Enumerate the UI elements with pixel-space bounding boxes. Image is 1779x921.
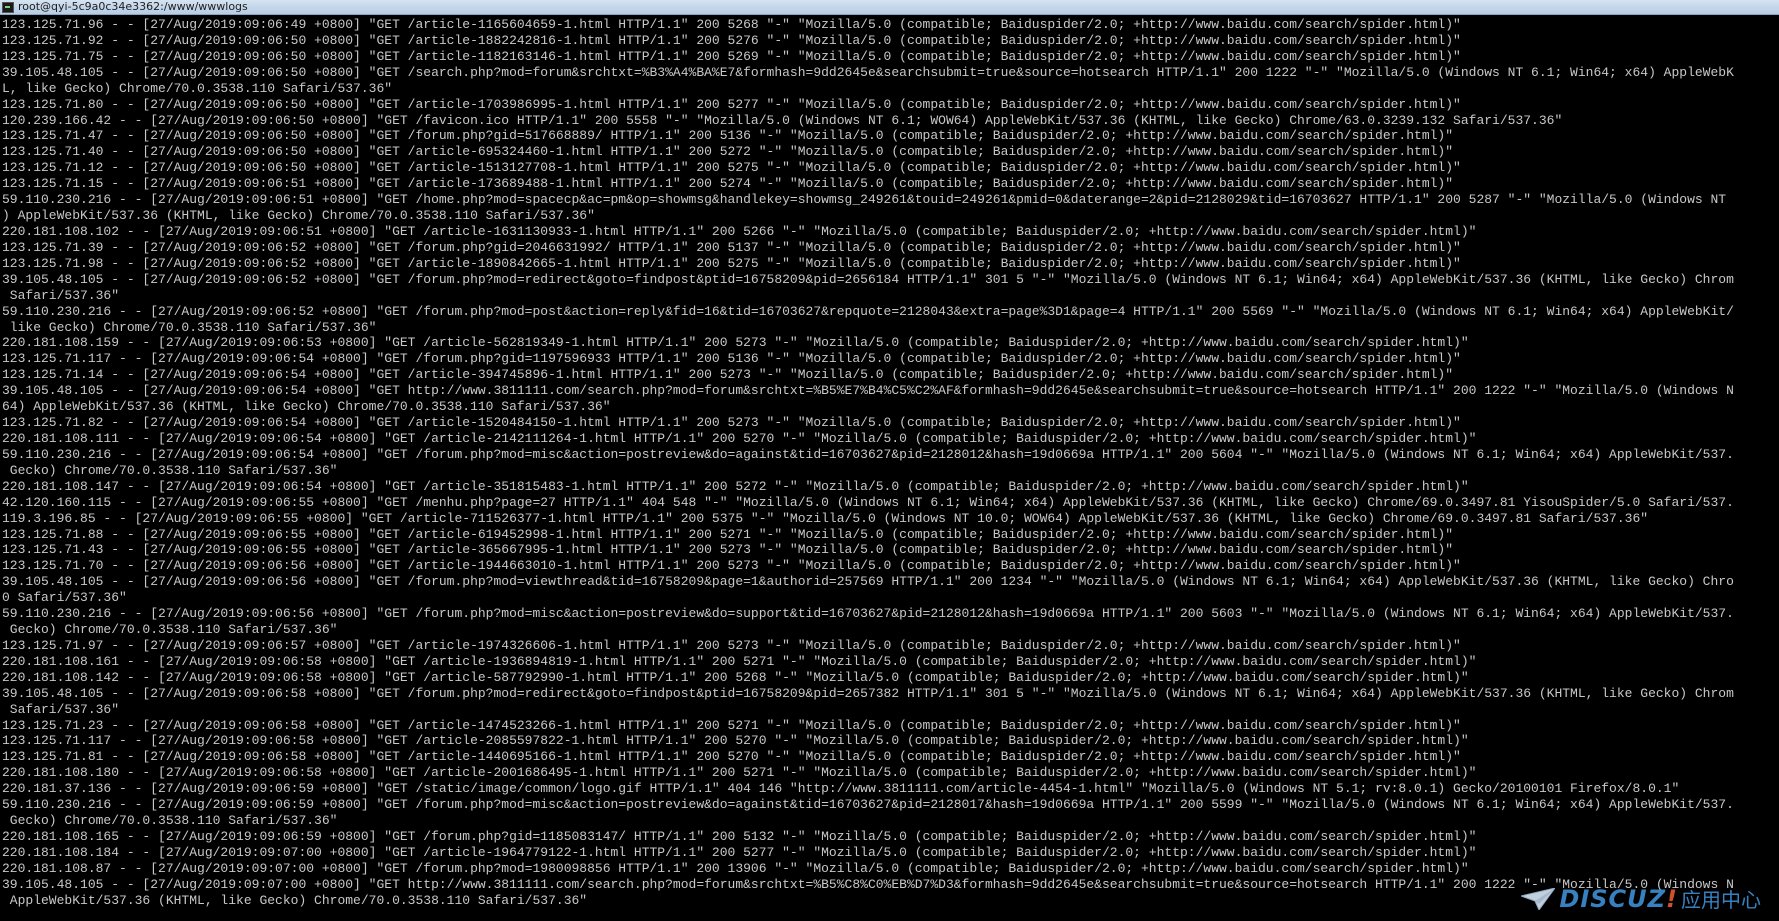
terminal-window: root@qyi-5c9a0c34e3362:/www/wwwlogs 123.… xyxy=(0,0,1779,921)
log-line: 119.3.196.85 - - [27/Aug/2019:09:06:55 +… xyxy=(2,510,1649,526)
log-line: 123.125.71.47 - - [27/Aug/2019:09:06:50 … xyxy=(2,128,1454,144)
log-line: 123.125.71.14 - - [27/Aug/2019:09:06:54 … xyxy=(2,367,1454,383)
log-line: 59.110.230.216 - - [27/Aug/2019:09:06:51… xyxy=(2,192,1727,208)
log-line: 220.181.108.142 - - [27/Aug/2019:09:06:5… xyxy=(2,669,1469,685)
log-line: 123.125.71.40 - - [27/Aug/2019:09:06:50 … xyxy=(2,144,1454,160)
log-line: 220.181.108.159 - - [27/Aug/2019:09:06:5… xyxy=(2,335,1469,351)
log-line: 0 Safari/537.36" xyxy=(2,590,127,606)
log-line: 123.125.71.39 - - [27/Aug/2019:09:06:52 … xyxy=(2,239,1461,255)
log-line: 123.125.71.97 - - [27/Aug/2019:09:06:57 … xyxy=(2,637,1461,653)
log-line: 39.105.48.105 - - [27/Aug/2019:09:06:56 … xyxy=(2,574,1734,590)
log-line: 123.125.71.117 - - [27/Aug/2019:09:06:54… xyxy=(2,351,1461,367)
log-line: 123.125.71.98 - - [27/Aug/2019:09:06:52 … xyxy=(2,255,1461,271)
log-line: 220.181.108.111 - - [27/Aug/2019:09:06:5… xyxy=(2,430,1477,446)
log-line: 220.181.108.165 - - [27/Aug/2019:09:06:5… xyxy=(2,829,1477,845)
log-line: 123.125.71.82 - - [27/Aug/2019:09:06:54 … xyxy=(2,415,1461,431)
log-output: 123.125.71.96 - - [27/Aug/2019:09:06:49 … xyxy=(0,15,1779,909)
log-line: 123.125.71.117 - - [27/Aug/2019:09:06:58… xyxy=(2,733,1469,749)
log-line: 59.110.230.216 - - [27/Aug/2019:09:06:52… xyxy=(2,303,1734,319)
log-line: 123.125.71.75 - - [27/Aug/2019:09:06:50 … xyxy=(2,48,1461,64)
log-line: Gecko) Chrome/70.0.3538.110 Safari/537.3… xyxy=(2,813,338,829)
log-line: 220.181.108.147 - - [27/Aug/2019:09:06:5… xyxy=(2,478,1469,494)
log-line: 220.181.108.87 - - [27/Aug/2019:09:07:00… xyxy=(2,860,1469,876)
log-line: 59.110.230.216 - - [27/Aug/2019:09:06:59… xyxy=(2,797,1734,813)
log-line: Safari/537.36" xyxy=(2,701,120,717)
log-line: 59.110.230.216 - - [27/Aug/2019:09:06:54… xyxy=(2,446,1734,462)
log-line: 123.125.71.96 - - [27/Aug/2019:09:06:49 … xyxy=(2,17,1461,32)
log-line: 120.239.166.42 - - [27/Aug/2019:09:06:50… xyxy=(2,112,1563,128)
log-line: like Gecko) Chrome/70.0.3538.110 Safari/… xyxy=(2,319,377,335)
terminal-icon xyxy=(2,1,14,13)
log-line: 59.110.230.216 - - [27/Aug/2019:09:06:56… xyxy=(2,606,1734,622)
log-line: 123.125.71.15 - - [27/Aug/2019:09:06:51 … xyxy=(2,176,1454,192)
log-line: 39.105.48.105 - - [27/Aug/2019:09:07:00 … xyxy=(2,876,1734,892)
log-line: 123.125.71.23 - - [27/Aug/2019:09:06:58 … xyxy=(2,717,1461,733)
log-line: 123.125.71.92 - - [27/Aug/2019:09:06:50 … xyxy=(2,32,1461,48)
log-line: 220.181.108.184 - - [27/Aug/2019:09:07:0… xyxy=(2,844,1477,860)
log-line: Gecko) Chrome/70.0.3538.110 Safari/537.3… xyxy=(2,462,338,478)
log-line: 123.125.71.43 - - [27/Aug/2019:09:06:55 … xyxy=(2,542,1454,558)
log-line: 220.181.108.161 - - [27/Aug/2019:09:06:5… xyxy=(2,653,1477,669)
log-line: 39.105.48.105 - - [27/Aug/2019:09:06:54 … xyxy=(2,383,1734,399)
log-line: 123.125.71.80 - - [27/Aug/2019:09:06:50 … xyxy=(2,96,1461,112)
log-line: 123.125.71.88 - - [27/Aug/2019:09:06:55 … xyxy=(2,526,1454,542)
log-line: 64) AppleWebKit/537.36 (KHTML, like Geck… xyxy=(2,399,611,415)
log-line: 220.181.108.180 - - [27/Aug/2019:09:06:5… xyxy=(2,765,1477,781)
log-line: ) AppleWebKit/537.36 (KHTML, like Gecko)… xyxy=(2,208,595,224)
log-line: 220.181.37.136 - - [27/Aug/2019:09:06:59… xyxy=(2,781,1680,797)
log-line: AppleWebKit/537.36 (KHTML, like Gecko) C… xyxy=(2,892,588,908)
log-line: Safari/537.36" xyxy=(2,287,120,303)
log-line: Gecko) Chrome/70.0.3538.110 Safari/537.3… xyxy=(2,622,338,638)
log-line: 123.125.71.70 - - [27/Aug/2019:09:06:56 … xyxy=(2,558,1461,574)
log-line: 39.105.48.105 - - [27/Aug/2019:09:06:50 … xyxy=(2,64,1734,80)
log-line: 42.120.160.115 - - [27/Aug/2019:09:06:55… xyxy=(2,494,1734,510)
log-line: 39.105.48.105 - - [27/Aug/2019:09:06:52 … xyxy=(2,271,1734,287)
title-bar[interactable]: root@qyi-5c9a0c34e3362:/www/wwwlogs xyxy=(0,0,1779,15)
log-line: 39.105.48.105 - - [27/Aug/2019:09:06:58 … xyxy=(2,685,1734,701)
log-line: 220.181.108.102 - - [27/Aug/2019:09:06:5… xyxy=(2,223,1477,239)
window-title: root@qyi-5c9a0c34e3362:/www/wwwlogs xyxy=(18,0,248,13)
log-line: 123.125.71.12 - - [27/Aug/2019:09:06:50 … xyxy=(2,160,1461,176)
log-line: 123.125.71.81 - - [27/Aug/2019:09:06:58 … xyxy=(2,749,1461,765)
terminal-output-area[interactable]: 123.125.71.96 - - [27/Aug/2019:09:06:49 … xyxy=(0,15,1779,921)
log-line: L, like Gecko) Chrome/70.0.3538.110 Safa… xyxy=(2,80,393,96)
